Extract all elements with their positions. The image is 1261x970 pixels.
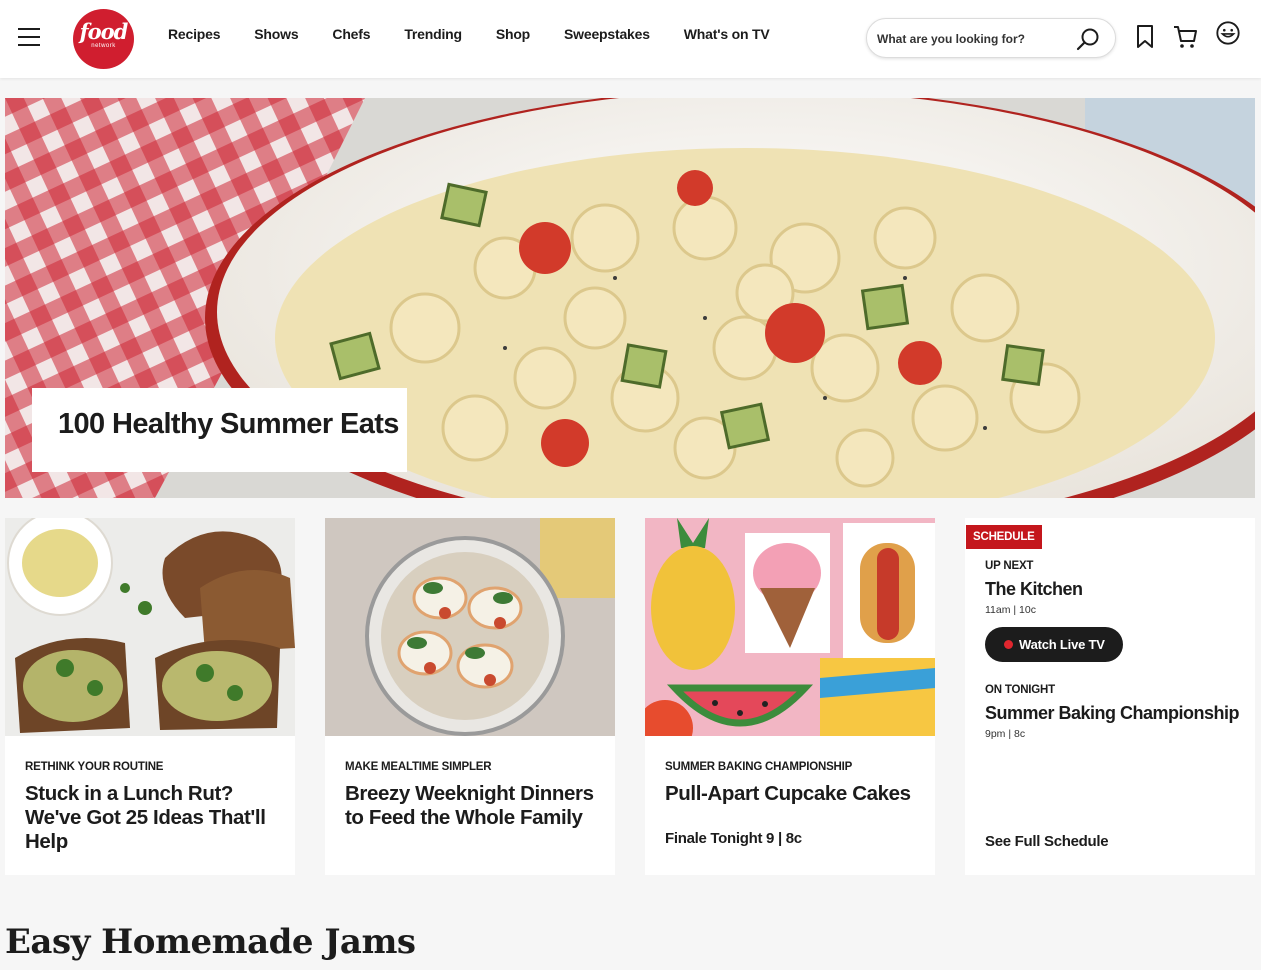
on-tonight-show[interactable]: Summer Baking Championship xyxy=(985,703,1240,724)
schedule-badge: SCHEDULE xyxy=(966,525,1042,549)
nav-chefs[interactable]: Chefs xyxy=(332,26,370,42)
see-full-schedule-link[interactable]: See Full Schedule xyxy=(985,833,1109,850)
nav-sweepstakes[interactable]: Sweepstakes xyxy=(564,26,650,42)
live-dot-icon xyxy=(1004,640,1013,649)
cart-icon[interactable] xyxy=(1172,22,1198,50)
hero-title: 100 Healthy Summer Eats xyxy=(58,408,399,440)
watch-live-button[interactable]: Watch Live TV xyxy=(985,627,1123,662)
logo-text: food xyxy=(79,19,129,44)
hero-caption[interactable]: 100 Healthy Summer Eats xyxy=(32,388,407,472)
card-title[interactable]: Stuck in a Lunch Rut? We've Got 25 Ideas… xyxy=(25,782,285,854)
site-header: food network Recipes Shows Chefs Trendin… xyxy=(0,0,1261,78)
cupcake-cakes-image xyxy=(645,518,935,736)
card-kicker: SUMMER BAKING CHAMPIONSHIP xyxy=(665,761,853,773)
food-network-logo[interactable]: food network xyxy=(73,9,134,69)
card-title[interactable]: Breezy Weeknight Dinners to Feed the Who… xyxy=(345,782,605,830)
card-airtime: Finale Tonight 9 | 8c xyxy=(665,830,802,847)
up-next-show[interactable]: The Kitchen xyxy=(985,579,1083,600)
search-box xyxy=(866,18,1116,58)
card-lunch-ideas[interactable]: RETHINK YOUR ROUTINE Stuck in a Lunch Ru… xyxy=(5,518,295,875)
section-title: Easy Homemade Jams xyxy=(5,922,416,962)
search-input[interactable] xyxy=(877,29,1067,49)
main-nav: Recipes Shows Chefs Trending Shop Sweeps… xyxy=(168,26,804,42)
chicken-skillet-image xyxy=(325,518,615,736)
nav-trending[interactable]: Trending xyxy=(404,26,462,42)
user-icon[interactable] xyxy=(1215,19,1241,47)
card-title[interactable]: Pull-Apart Cupcake Cakes xyxy=(665,782,925,806)
card-image xyxy=(325,518,615,736)
logo-subtext: network xyxy=(91,43,116,49)
on-tonight-time: 9pm | 8c xyxy=(985,728,1026,740)
nav-recipes[interactable]: Recipes xyxy=(168,26,220,42)
bookmark-icon[interactable] xyxy=(1133,22,1159,50)
on-tonight-label: ON TONIGHT xyxy=(985,684,1055,696)
up-next-label: UP NEXT xyxy=(985,560,1034,572)
nav-shows[interactable]: Shows xyxy=(254,26,298,42)
card-cupcake-cakes[interactable]: SUMMER BAKING CHAMPIONSHIP Pull-Apart Cu… xyxy=(645,518,935,875)
card-image xyxy=(645,518,935,736)
card-image xyxy=(5,518,295,736)
schedule-card: SCHEDULE UP NEXT The Kitchen 11am | 10c … xyxy=(965,518,1255,875)
up-next-time: 11am | 10c xyxy=(985,604,1036,616)
card-kicker: RETHINK YOUR ROUTINE xyxy=(25,761,164,773)
card-kicker: MAKE MEALTIME SIMPLER xyxy=(345,761,492,773)
menu-icon[interactable] xyxy=(18,28,40,46)
watch-live-label: Watch Live TV xyxy=(1019,637,1105,652)
nav-shop[interactable]: Shop xyxy=(496,26,530,42)
toast-image xyxy=(5,518,295,736)
search-icon[interactable] xyxy=(1075,26,1101,52)
hero-banner[interactable]: 100 Healthy Summer Eats xyxy=(5,98,1255,498)
nav-whats-on-tv[interactable]: What's on TV xyxy=(684,26,770,42)
card-weeknight-dinners[interactable]: MAKE MEALTIME SIMPLER Breezy Weeknight D… xyxy=(325,518,615,875)
